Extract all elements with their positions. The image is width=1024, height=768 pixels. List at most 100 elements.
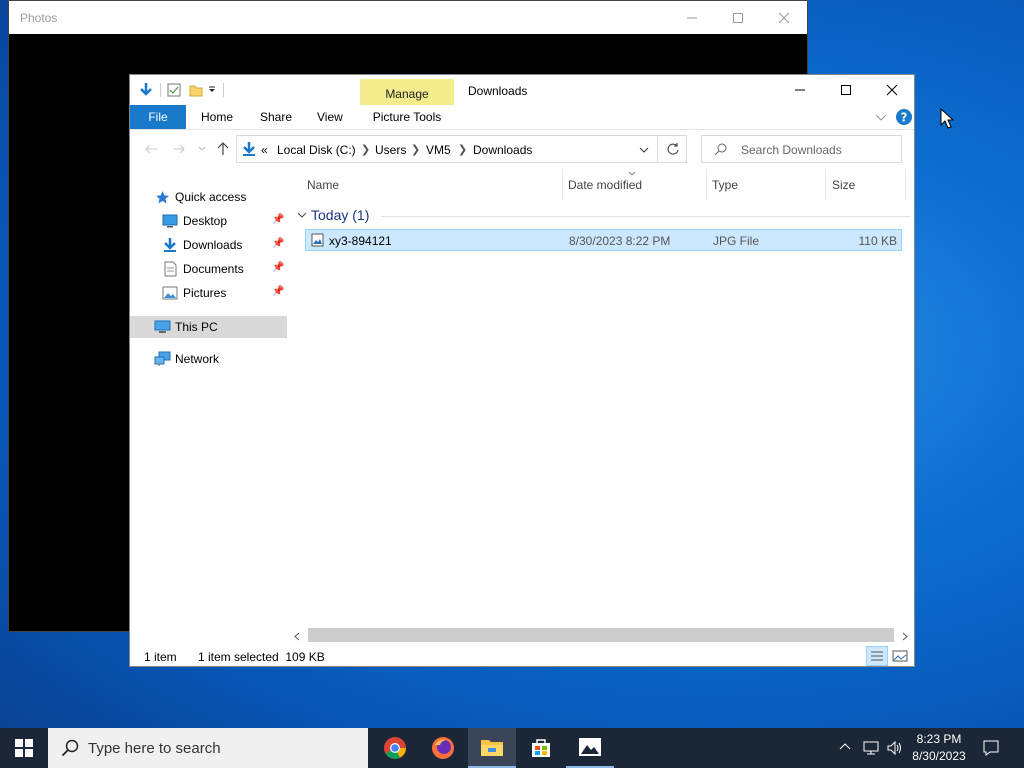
taskbar-search-box[interactable]: Type here to search <box>48 728 368 768</box>
back-arrow-icon[interactable] <box>144 143 158 155</box>
refresh-button[interactable] <box>657 135 688 163</box>
breadcrumb-downloads[interactable]: Downloads <box>473 143 532 157</box>
taskbar-photos-button[interactable] <box>566 728 614 768</box>
photos-titlebar[interactable]: Photos <box>9 1 807 34</box>
scroll-right-arrow-icon[interactable] <box>902 632 908 641</box>
network-status-icon[interactable] <box>862 740 880 756</box>
explorer-close-button[interactable] <box>869 75 915 105</box>
details-view-button[interactable] <box>866 646 888 666</box>
column-divider[interactable] <box>825 170 826 200</box>
nav-item-downloads[interactable]: Downloads 📌 <box>130 234 287 256</box>
breadcrumb-separator-icon[interactable]: ❯ <box>361 143 370 156</box>
nav-item-pictures[interactable]: Pictures 📌 <box>130 282 287 304</box>
tab-file[interactable]: File <box>130 105 186 129</box>
taskbar-store-button[interactable] <box>517 728 565 768</box>
nav-item-quick-access[interactable]: Quick access <box>130 186 287 208</box>
search-box[interactable]: Search Downloads <box>701 135 902 163</box>
nav-item-desktop[interactable]: Desktop 📌 <box>130 210 287 232</box>
nav-label: Pictures <box>183 286 227 300</box>
table-row[interactable]: xy3-894121 8/30/2023 8:22 PM JPG File 11… <box>305 229 902 251</box>
svg-text:?: ? <box>901 111 908 125</box>
volume-icon[interactable] <box>886 740 904 756</box>
download-arrow-icon[interactable] <box>138 82 154 98</box>
photos-maximize-button[interactable] <box>715 1 761 34</box>
explorer-titlebar[interactable]: Manage Downloads <box>130 75 915 129</box>
address-bar[interactable]: « Local Disk (C:) ❯ Users ❯ VM5 ❯ Downlo… <box>236 135 687 163</box>
search-icon <box>61 739 79 757</box>
photos-icon <box>579 738 601 756</box>
pin-icon: 📌 <box>272 238 285 249</box>
clock-date: 8/30/2023 <box>912 749 966 763</box>
tab-home[interactable]: Home <box>201 105 233 129</box>
tab-view[interactable]: View <box>317 105 343 129</box>
explorer-minimize-button[interactable] <box>777 75 823 105</box>
large-icons-view-button[interactable] <box>890 647 910 665</box>
maximize-icon <box>841 85 851 95</box>
firefox-icon <box>432 737 454 759</box>
taskbar-file-explorer-button[interactable] <box>468 728 516 768</box>
nav-label: Quick access <box>175 190 247 204</box>
computer-icon <box>154 320 171 333</box>
file-list[interactable]: Name Date modified Type Size Today (1) x… <box>295 170 911 630</box>
status-item-count: 1 item <box>144 650 177 664</box>
help-icon[interactable]: ? <box>895 108 913 126</box>
recent-locations-chevron-icon[interactable] <box>198 146 206 152</box>
nav-item-network[interactable]: Network <box>130 348 287 370</box>
taskbar-clock[interactable]: 8:23 PM 8/30/2023 <box>906 732 972 763</box>
column-size[interactable]: Size <box>832 178 855 192</box>
customize-toolbar-icon[interactable] <box>207 85 217 95</box>
breadcrumb-overflow[interactable]: « <box>261 143 268 157</box>
taskbar-firefox-button[interactable] <box>419 728 467 768</box>
store-icon <box>532 739 550 757</box>
column-type[interactable]: Type <box>712 178 738 192</box>
network-icon <box>154 351 171 366</box>
scrollbar-thumb[interactable] <box>308 628 894 642</box>
file-type: JPG File <box>713 234 760 248</box>
column-divider[interactable] <box>905 170 906 200</box>
jpg-file-icon <box>311 233 324 247</box>
collapse-group-chevron-icon[interactable] <box>297 212 307 219</box>
desktop-icon <box>162 214 178 228</box>
close-icon <box>778 12 790 23</box>
downloads-folder-icon <box>243 142 255 156</box>
refresh-icon <box>667 143 679 155</box>
horizontal-scrollbar[interactable] <box>292 628 912 645</box>
new-folder-icon[interactable] <box>189 83 203 97</box>
pin-icon: 📌 <box>272 214 285 225</box>
column-divider[interactable] <box>562 170 563 200</box>
nav-item-documents[interactable]: Documents 📌 <box>130 258 287 280</box>
nav-label: Documents <box>183 262 244 276</box>
tab-share[interactable]: Share <box>260 105 292 129</box>
group-header-today[interactable]: Today (1) <box>311 207 369 223</box>
column-date-modified[interactable]: Date modified <box>568 178 642 192</box>
breadcrumb-separator-icon[interactable]: ❯ <box>458 143 467 156</box>
column-name[interactable]: Name <box>307 178 339 192</box>
sort-chevron-icon <box>628 171 636 176</box>
breadcrumb-separator-icon[interactable]: ❯ <box>411 143 420 156</box>
breadcrumb-vm5[interactable]: VM5 <box>426 143 451 157</box>
taskbar-chrome-button[interactable] <box>371 728 419 768</box>
breadcrumb-local-disk[interactable]: Local Disk (C:) <box>277 143 356 157</box>
tab-picture-tools[interactable]: Picture Tools <box>360 105 454 129</box>
show-hidden-icons-chevron-icon[interactable] <box>839 742 851 750</box>
forward-arrow-icon[interactable] <box>172 143 186 155</box>
explorer-window[interactable]: Manage Downloads File Home Share View Pi… <box>129 74 915 667</box>
nav-label: Downloads <box>183 238 243 252</box>
search-placeholder: Search Downloads <box>741 143 842 157</box>
quick-access-toolbar <box>138 81 230 99</box>
file-size: 110 KB <box>858 234 897 248</box>
breadcrumb-users[interactable]: Users <box>375 143 406 157</box>
up-arrow-icon[interactable] <box>217 142 229 156</box>
photos-minimize-button[interactable] <box>669 1 715 34</box>
explorer-maximize-button[interactable] <box>823 75 869 105</box>
properties-icon[interactable] <box>167 83 181 97</box>
photos-close-button[interactable] <box>761 1 807 34</box>
column-divider[interactable] <box>706 170 707 200</box>
taskbar-search-placeholder: Type here to search <box>88 740 221 757</box>
address-history-chevron-icon[interactable] <box>639 147 649 154</box>
expand-ribbon-chevron-icon[interactable] <box>875 112 887 122</box>
action-center-icon[interactable] <box>982 739 1000 757</box>
start-button[interactable] <box>0 728 48 768</box>
scroll-left-arrow-icon[interactable] <box>294 632 300 641</box>
nav-item-this-pc[interactable]: This PC <box>130 316 287 338</box>
